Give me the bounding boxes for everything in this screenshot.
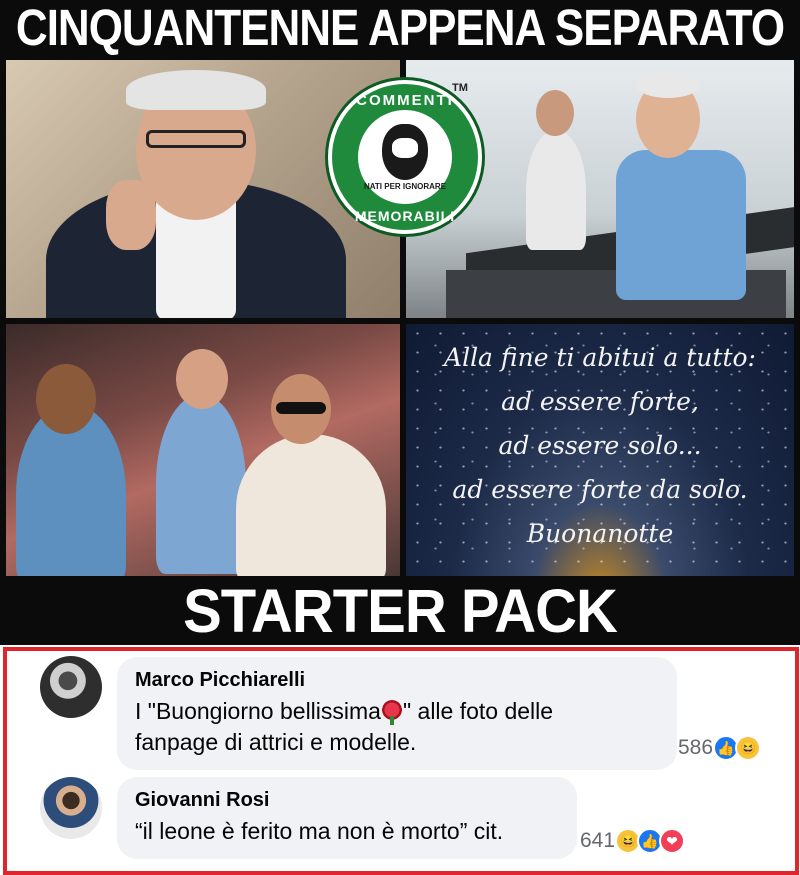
reaction-count: 586 [678,736,714,759]
comment-author[interactable]: Marco Picchiarelli [135,669,659,692]
quote-line: Alla fine ti abitui a tutto: [444,343,756,372]
logo-top-text: COMMENTI [356,92,454,109]
quote-signoff: Buonanotte [526,519,674,548]
starter-pack-title: STARTER PACK [183,576,618,646]
avatar[interactable] [40,777,102,839]
quote-text: Alla fine ti abitui a tutto: ad essere f… [406,336,794,556]
haha-icon: 😆 [735,735,762,761]
comment-text-part: fanpage di attrici e modelle. [135,729,417,755]
reaction-summary[interactable]: 586 👍 😆 [678,735,762,761]
meme-title: CINQUANTENNE APPENA SEPARATO [15,0,785,57]
reaction-summary[interactable]: 641 😆 👍 ❤ [580,828,686,854]
trademark-symbol: TM [452,82,468,94]
logo-inner-circle: NATI PER IGNORARE [358,110,452,204]
logo-sub-text: NATI PER IGNORARE [363,182,447,191]
quote-line: ad essere forte da solo. [452,475,748,504]
panel-quote-card: Alla fine ti abitui a tutto: ad essere f… [406,324,794,576]
commenti-memorabili-logo: COMMENTI NATI PER IGNORARE MEMORABILI [328,80,482,234]
comment-author[interactable]: Giovanni Rosi [135,789,559,812]
logo-bottom-text: MEMORABILI [354,208,456,224]
rose-icon [380,700,403,725]
reaction-count: 641 [580,829,616,852]
love-icon: ❤ [659,828,686,854]
comment-text-part: I "Buongiorno bellissima [135,698,381,724]
avatar[interactable] [40,656,102,718]
quote-line: ad essere forte, [501,387,699,416]
comment-bubble: Marco Picchiarelli I "Buongiorno belliss… [117,657,677,770]
bearded-face-icon [382,124,428,180]
comment-text: I "Buongiorno bellissima " alle foto dell… [135,696,659,758]
comment-text: “il leone è ferito ma non è morto” cit. [135,818,504,844]
comment-text-part: " alle foto delle [402,698,554,724]
comment-bubble: Giovanni Rosi “il leone è ferito ma non … [117,777,577,859]
quote-line: ad essere solo... [498,431,702,460]
meme-image[interactable]: CINQUANTENNE APPENA SEPARATO Alla fine t… [0,0,800,645]
panel-man-dancing [6,324,400,576]
